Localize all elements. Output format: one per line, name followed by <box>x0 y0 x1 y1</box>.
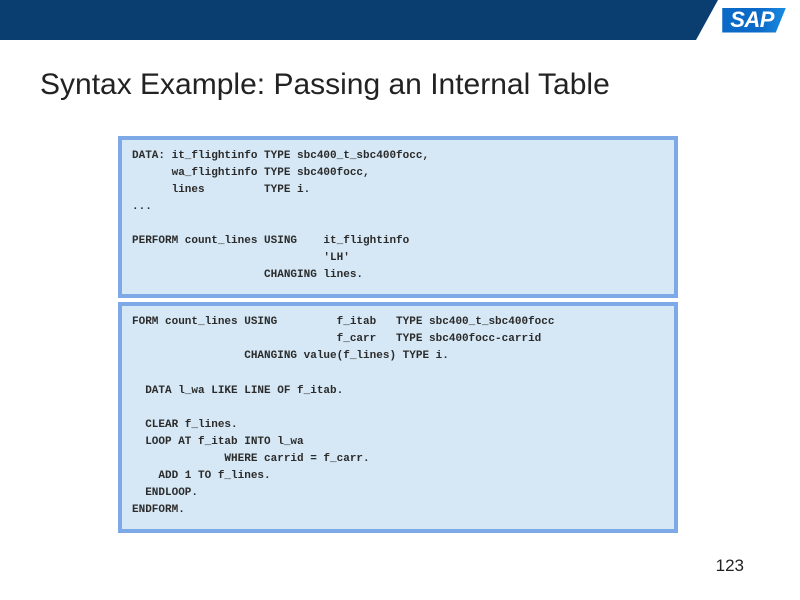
page-number: 123 <box>716 556 744 576</box>
page-title: Syntax Example: Passing an Internal Tabl… <box>0 40 800 102</box>
slide: SAP Syntax Example: Passing an Internal … <box>0 0 800 600</box>
sap-logo: SAP <box>722 8 786 33</box>
logo-box: SAP <box>718 0 800 40</box>
code-panel-form: FORM count_lines USING f_itab TYPE sbc40… <box>118 302 678 533</box>
code-panel-caller: DATA: it_flightinfo TYPE sbc400_t_sbc400… <box>118 136 678 298</box>
header-bar: SAP <box>0 0 800 40</box>
logo-corner: SAP <box>696 0 800 40</box>
code-area: DATA: it_flightinfo TYPE sbc400_t_sbc400… <box>118 136 678 533</box>
logo-slash <box>696 0 718 40</box>
